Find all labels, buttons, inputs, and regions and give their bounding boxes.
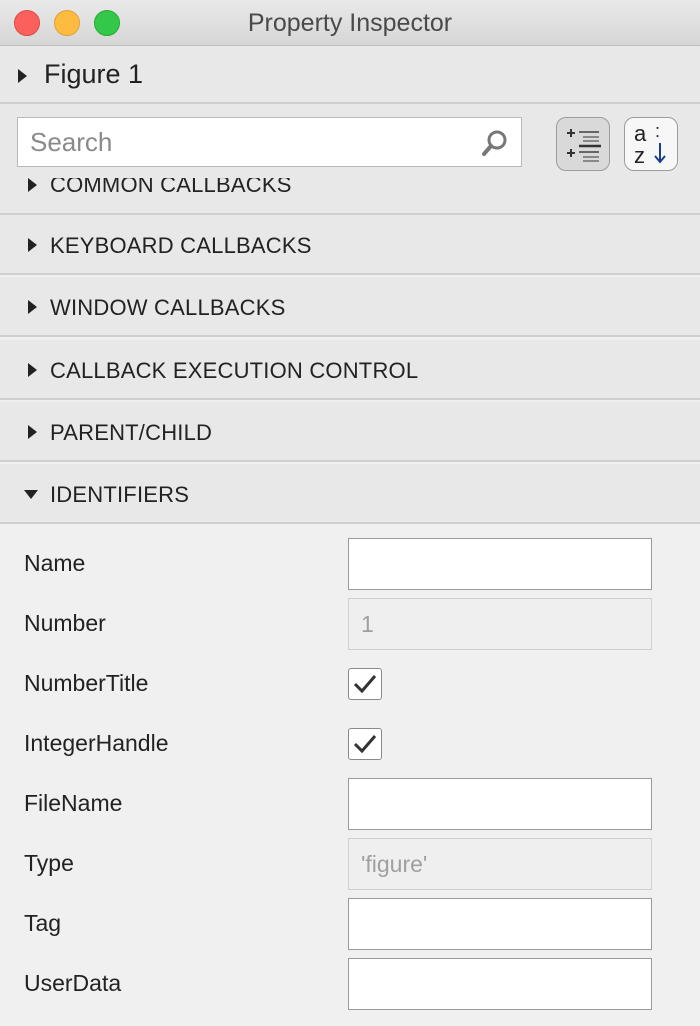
property-label-filename: FileName — [24, 790, 123, 816]
title-bar: Property Inspector — [0, 0, 700, 46]
section-parent-child[interactable]: PARENT/CHILD — [0, 402, 700, 462]
expand-triangle-icon[interactable] — [18, 69, 27, 83]
property-label-number: Number — [24, 610, 106, 636]
expanded-triangle-icon — [24, 490, 38, 499]
categorized-list-icon — [567, 129, 601, 162]
name-field[interactable] — [348, 538, 652, 590]
collapsed-triangle-icon — [28, 425, 37, 439]
toolbar: a : z — [0, 104, 700, 178]
section-window-callbacks[interactable]: WINDOW CALLBACKS — [0, 277, 700, 337]
section-label: COMMON CALLBACKS — [50, 178, 292, 197]
numbertitle-checkbox[interactable] — [348, 668, 382, 700]
property-label-name: Name — [24, 550, 86, 576]
checkmark-icon — [353, 735, 377, 754]
object-label: Figure 1 — [44, 59, 144, 89]
section-keyboard-callbacks[interactable]: KEYBOARD CALLBACKS — [0, 215, 700, 275]
property-label-numbertitle: NumberTitle — [24, 670, 149, 696]
sort-down-arrow-icon — [654, 143, 666, 164]
collapsed-triangle-icon — [28, 238, 37, 252]
section-common-callbacks[interactable]: COMMON CALLBACKS — [0, 178, 700, 215]
section-label: PARENT/CHILD — [50, 420, 213, 445]
search-box — [17, 117, 522, 167]
section-label: KEYBOARD CALLBACKS — [50, 233, 312, 258]
alphabetical-sort-button[interactable]: a : z — [624, 117, 678, 171]
collapsed-triangle-icon — [28, 363, 37, 377]
property-label-integerhandle: IntegerHandle — [24, 730, 169, 756]
search-icon[interactable] — [481, 129, 509, 157]
collapsed-triangle-icon — [28, 300, 37, 314]
tag-field[interactable] — [348, 898, 652, 950]
sort-letter-z: z — [634, 143, 645, 168]
number-field: 1 — [348, 598, 652, 650]
type-field: 'figure' — [348, 838, 652, 890]
section-label: WINDOW CALLBACKS — [50, 295, 286, 320]
integerhandle-checkbox[interactable] — [348, 728, 382, 760]
property-label-tag: Tag — [24, 910, 62, 936]
property-label-type: Type — [24, 850, 74, 876]
filename-field[interactable] — [348, 778, 652, 830]
userdata-field[interactable] — [348, 958, 652, 1010]
section-callback-execution-control[interactable]: CALLBACK EXECUTION CONTROL — [0, 340, 700, 400]
collapsed-triangle-icon — [28, 178, 37, 192]
search-input[interactable] — [18, 118, 473, 166]
categorized-view-button[interactable] — [556, 117, 610, 171]
property-label-userdata: UserData — [24, 970, 122, 996]
sort-colon: : — [655, 121, 661, 141]
object-selector[interactable]: Figure 1 — [0, 46, 700, 104]
section-label: IDENTIFIERS — [50, 482, 190, 507]
section-label: CALLBACK EXECUTION CONTROL — [50, 358, 419, 383]
checkmark-icon — [353, 675, 377, 694]
window-title: Property Inspector — [247, 9, 453, 37]
section-identifiers[interactable]: IDENTIFIERS — [0, 464, 700, 524]
identifiers-properties: Name Number 1 NumberTitle IntegerHandle … — [0, 526, 700, 1026]
